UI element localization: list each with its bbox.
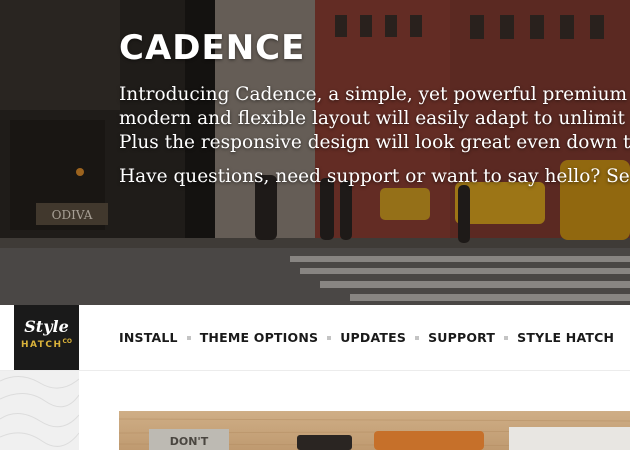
separator-dot bbox=[415, 335, 420, 340]
nav-item-support: SUPPORT bbox=[428, 330, 495, 345]
nav-separator bbox=[318, 335, 340, 340]
separator-dot bbox=[504, 335, 509, 340]
nav-item-style-hatch: STYLE HATCH bbox=[517, 330, 614, 345]
navigation-bar: Style HATCHCO INSTALL THEME OPTIONS UPDA… bbox=[0, 305, 630, 371]
hero-question: Have questions, need support or want to … bbox=[119, 166, 630, 187]
hero-text-line: modern and flexible layout will easily a… bbox=[119, 108, 625, 129]
hero-text-line: Plus the responsive design will look gre… bbox=[119, 132, 630, 153]
leather-goods-image: DON'T bbox=[119, 418, 630, 450]
separator-dot bbox=[327, 335, 332, 340]
logo-style-text: Style bbox=[24, 317, 69, 336]
main-nav: INSTALL THEME OPTIONS UPDATES SUPPORT ST… bbox=[119, 305, 614, 370]
nav-link-style-hatch[interactable]: STYLE HATCH bbox=[517, 330, 614, 345]
style-hatch-logo[interactable]: Style HATCHCO bbox=[14, 305, 79, 370]
hero-banner: ODIVA bbox=[0, 0, 630, 305]
hero-text-line: Introducing Cadence, a simple, yet power… bbox=[119, 84, 628, 105]
nav-link-theme-options[interactable]: THEME OPTIONS bbox=[200, 330, 319, 345]
nav-link-updates[interactable]: UPDATES bbox=[340, 330, 406, 345]
sidebar-texture bbox=[0, 371, 79, 450]
hero-description: Introducing Cadence, a simple, yet power… bbox=[119, 83, 630, 189]
svg-text:DON'T: DON'T bbox=[170, 435, 209, 448]
product-photo: DON'T bbox=[119, 411, 630, 450]
hero-title: CADENCE bbox=[119, 28, 306, 68]
nav-item-install: INSTALL bbox=[119, 330, 178, 345]
nav-item-updates: UPDATES bbox=[340, 330, 406, 345]
nav-item-theme-options: THEME OPTIONS bbox=[200, 330, 319, 345]
nav-link-install[interactable]: INSTALL bbox=[119, 330, 178, 345]
nav-separator bbox=[406, 335, 428, 340]
logo-hatch-text: HATCHCO bbox=[20, 338, 73, 350]
topo-pattern bbox=[0, 376, 79, 447]
nav-separator bbox=[495, 335, 517, 340]
nav-separator bbox=[178, 335, 200, 340]
nav-link-support[interactable]: SUPPORT bbox=[428, 330, 495, 345]
separator-dot bbox=[186, 335, 191, 340]
